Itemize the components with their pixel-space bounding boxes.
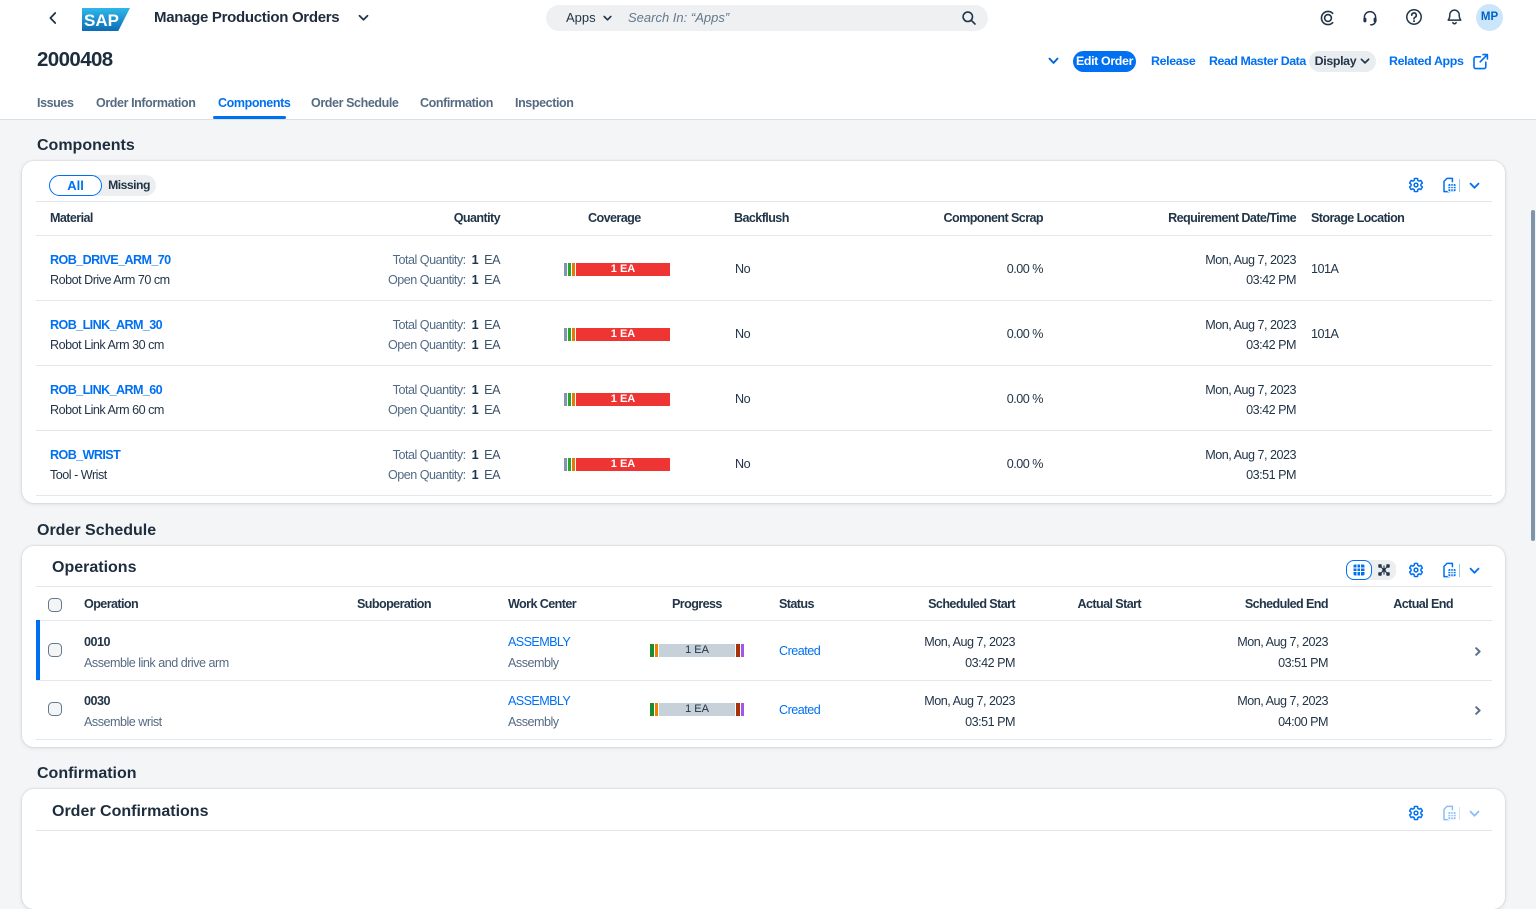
svg-text:SAP: SAP xyxy=(84,11,119,30)
